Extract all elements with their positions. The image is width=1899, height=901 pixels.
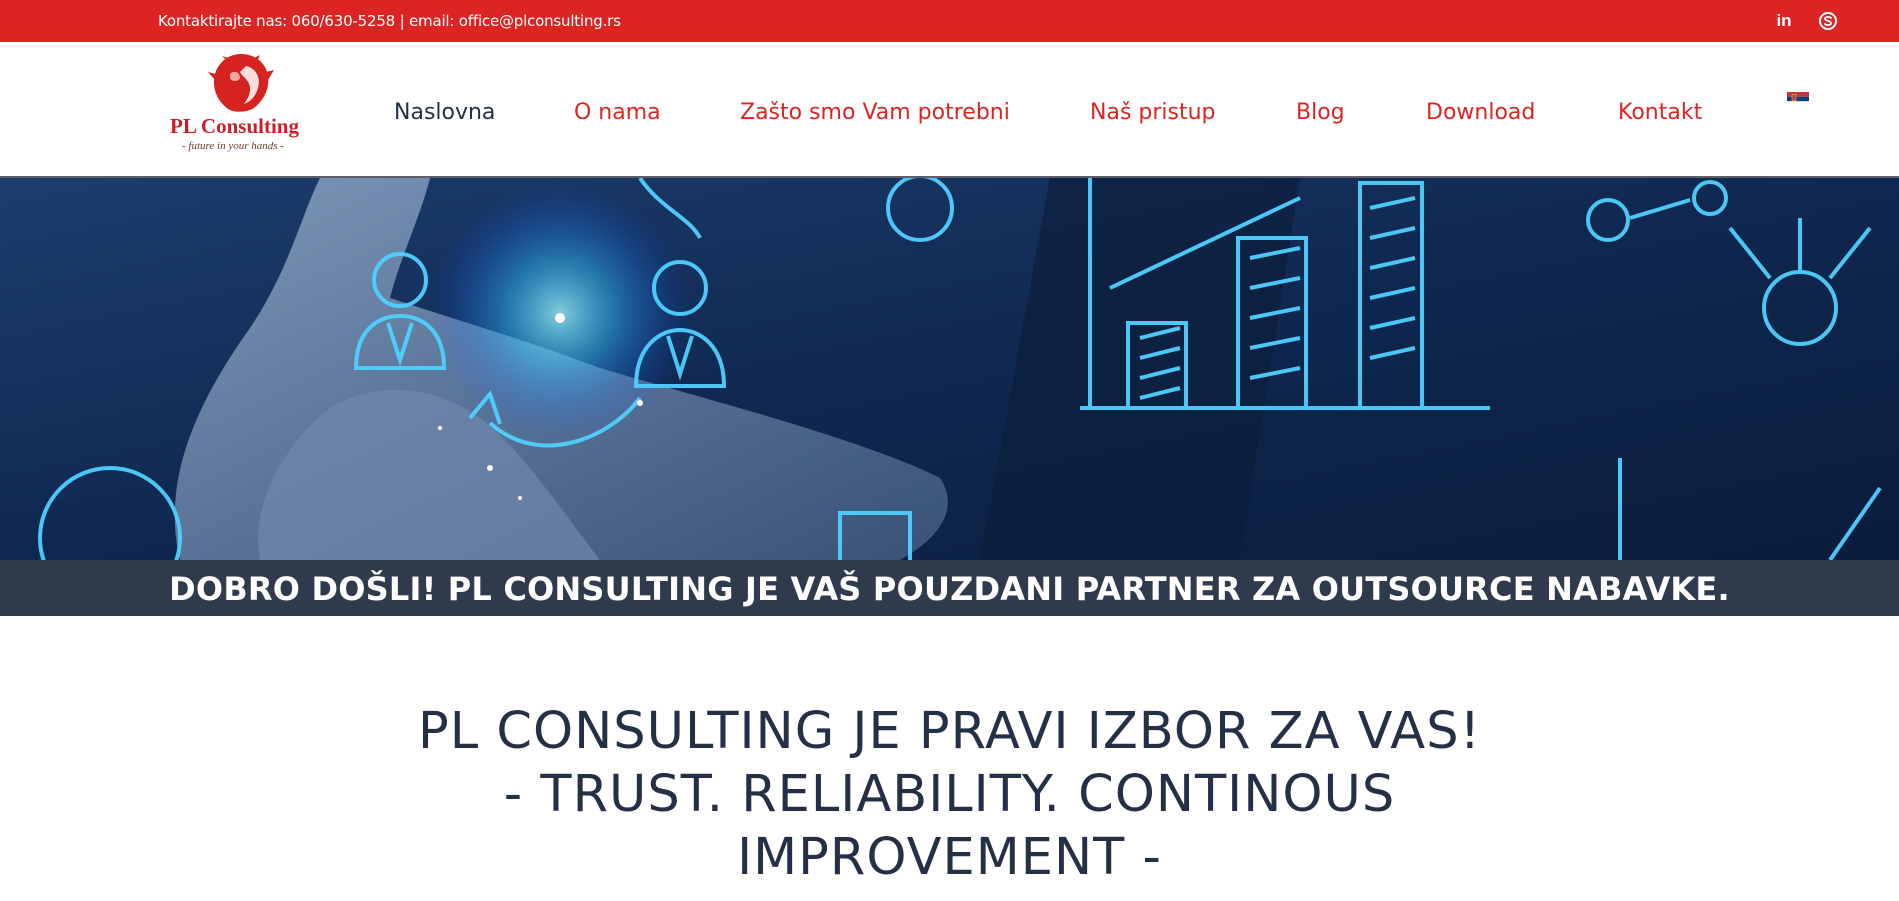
nav-item-naslovna[interactable]: Naslovna: [394, 42, 495, 176]
nav-item-nas-pristup[interactable]: Naš pristup: [1090, 42, 1216, 176]
nav-item-kontakt[interactable]: Kontakt: [1618, 42, 1702, 176]
logo-name: PL Consulting: [170, 114, 299, 138]
heading-line-3: IMPROVEMENT -: [737, 828, 1162, 887]
contact-info: Kontaktirajte nas: 060/630-5258 | email:…: [158, 12, 621, 30]
site-logo[interactable]: PL Consulting - future in your hands -: [168, 52, 310, 160]
heading-line-1: PL CONSULTING JE PRAVI IZBOR ZA VAS!: [417, 702, 1482, 761]
top-bar: Kontaktirajte nas: 060/630-5258 | email:…: [0, 0, 1899, 42]
nav-item-blog[interactable]: Blog: [1296, 42, 1345, 176]
nav-item-download[interactable]: Download: [1426, 42, 1535, 176]
lion-icon: [208, 54, 274, 112]
nav-item-zasto-smo-vam-potrebni[interactable]: Zašto smo Vam potrebni: [740, 42, 1010, 176]
welcome-banner: DOBRO DOŠLI! PL CONSULTING JE VAŠ POUZDA…: [0, 560, 1899, 616]
main-heading: PL CONSULTING JE PRAVI IZBOR ZA VAS! - T…: [330, 700, 1569, 889]
serbian-flag-icon[interactable]: [1787, 92, 1809, 106]
heading-line-2: - TRUST. RELIABILITY. CONTINOUS: [503, 765, 1396, 824]
linkedin-icon[interactable]: in: [1773, 10, 1795, 32]
nav-item-o-nama[interactable]: O nama: [574, 42, 661, 176]
logo-tagline: - future in your hands -: [182, 140, 284, 152]
hand-touching-business-icons-image: [0, 178, 1899, 560]
site-header: PL Consulting - future in your hands - N…: [0, 42, 1899, 178]
skype-icon[interactable]: [1817, 10, 1839, 32]
hero-image: [0, 178, 1899, 560]
